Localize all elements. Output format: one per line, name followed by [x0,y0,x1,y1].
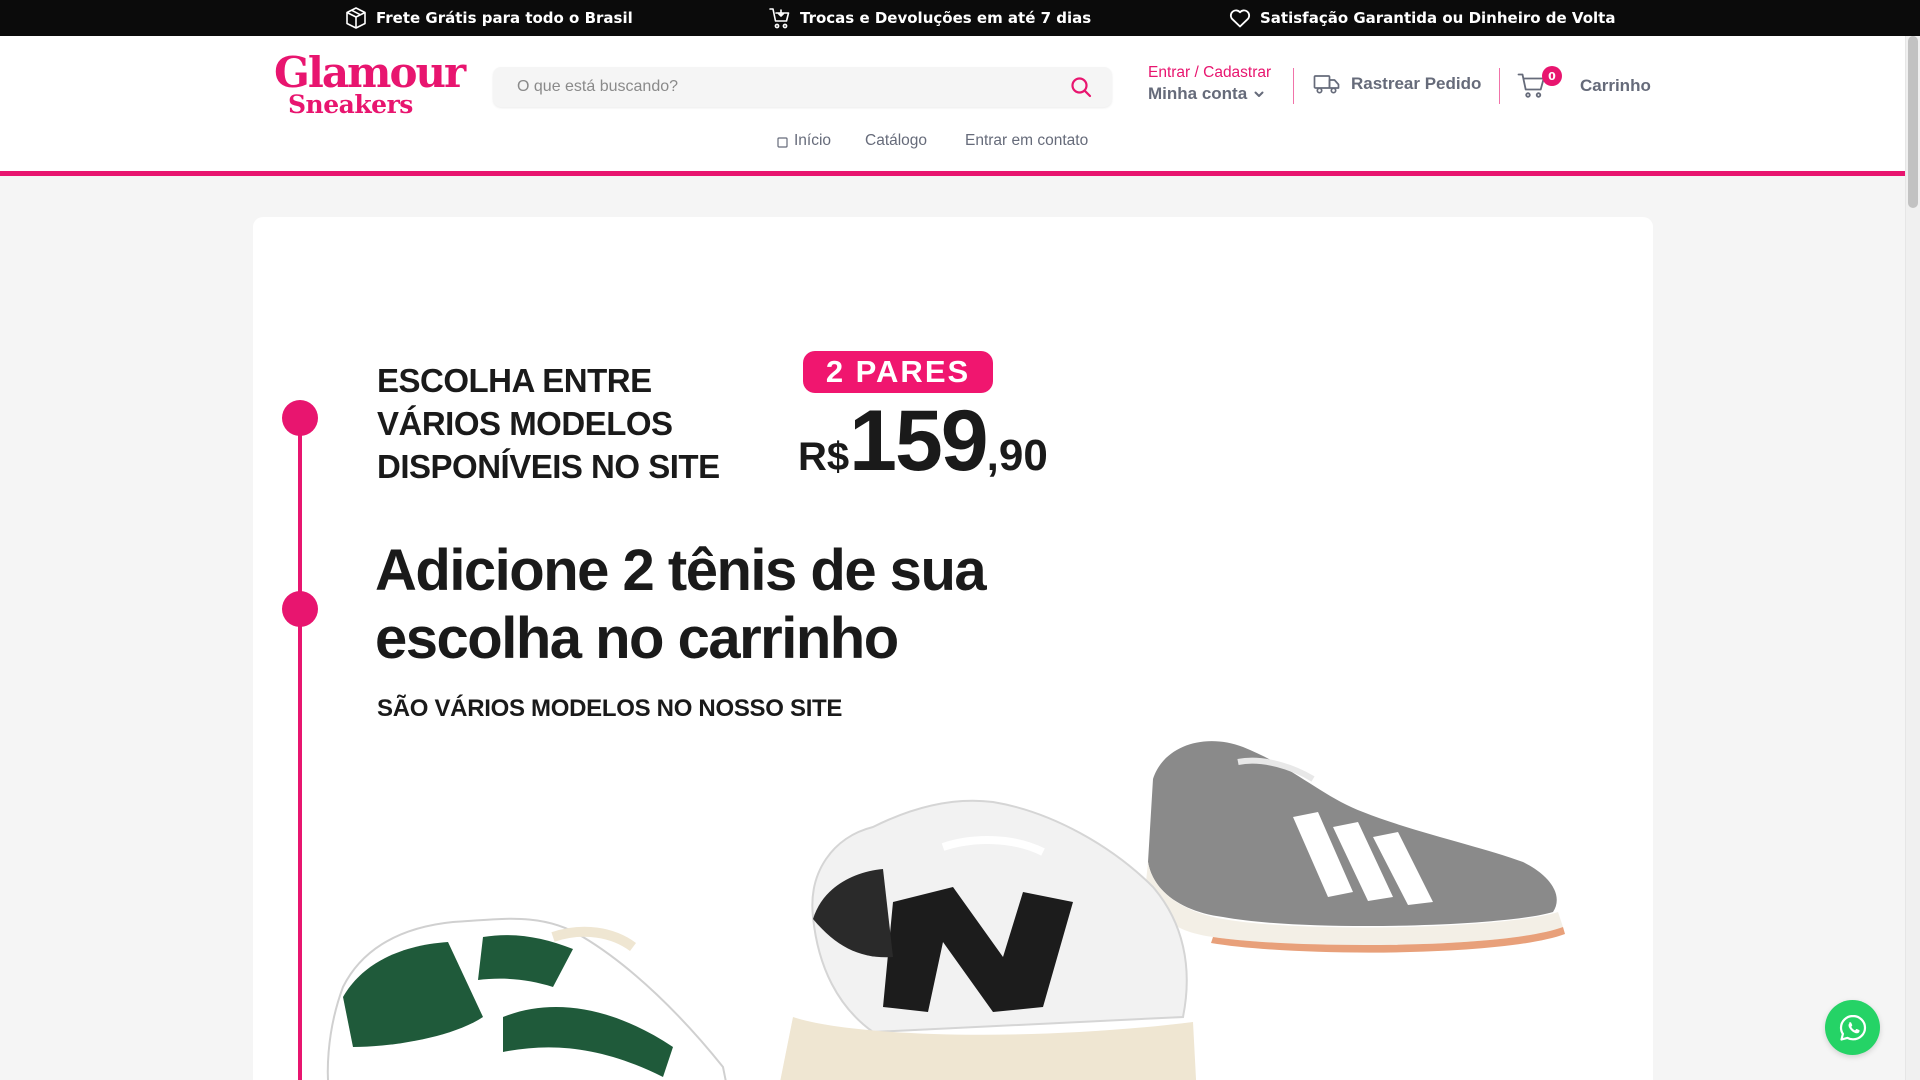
scrollbar-thumb[interactable] [1908,36,1918,208]
price-cents: ,90 [986,431,1048,480]
header-divider [1499,68,1500,104]
package-icon [346,7,366,29]
white-sneaker [780,799,1197,1080]
cart-button[interactable]: 0 Carrinho [1517,66,1657,106]
header-divider [1293,68,1294,104]
price-currency: R$ [798,435,850,479]
logo-line-2: Sneakers [288,90,413,119]
whatsapp-icon [1839,1014,1866,1041]
track-order-button[interactable]: Rastrear Pedido [1313,72,1481,96]
nav-item-contato[interactable]: Entrar em contato [965,132,1088,150]
logo-line-1: Glamour [274,48,466,97]
account-menu[interactable]: Entrar / Cadastrar Minha conta [1148,64,1288,104]
nav-label: Início [794,132,832,149]
banner-headline-2: escolha no carrinho [375,606,899,671]
cart-count-badge: 0 [1542,66,1562,86]
my-account-label: Minha conta [1148,84,1248,103]
banner-headline-1: Adicione 2 tênis de sua [375,538,987,603]
sneakers-image [326,741,1565,1080]
heart-icon [1229,9,1251,28]
truck-icon [1313,75,1340,94]
nav-label: Catálogo [865,132,928,149]
banner-line-1: ESCOLHA ENTRE [377,362,652,399]
nav-item-catalogo[interactable]: Catálogo [865,132,927,150]
announcement-text: Trocas e Devoluções em até 7 dias [800,9,1092,27]
chevron-down-icon [1254,91,1264,97]
announcement-free-shipping: Frete Grátis para todo o Brasil [344,0,633,36]
grey-sneaker [1146,741,1565,953]
announcement-guarantee: Satisfação Garantida ou Dinheiro de Volt… [1228,0,1615,36]
banner-line-2: VÁRIOS MODELOS [377,405,673,442]
search-bar [493,67,1112,107]
whatsapp-button[interactable] [1825,1000,1880,1055]
announcement-text: Frete Grátis para todo o Brasil [376,9,633,27]
page-scrollbar[interactable] [1905,36,1920,1080]
site-header: Glamour Sneakers Entrar / Cadastrar Minh… [0,36,1905,171]
cart-label: Carrinho [1580,76,1651,95]
announcement-text: Satisfação Garantida ou Dinheiro de Volt… [1260,9,1616,27]
header-accent-bar [0,171,1905,176]
main-nav: Início Catálogo Entrar em contato [0,132,1905,158]
nav-label: Entrar em contato [965,132,1089,149]
search-icon[interactable] [1069,75,1093,99]
announcement-returns: Trocas e Devoluções em até 7 dias [768,0,1091,36]
track-order-label: Rastrear Pedido [1351,74,1482,93]
home-icon [777,136,788,148]
promo-banner[interactable]: ESCOLHA ENTRE VÁRIOS MODELOS DISPONÍVEIS… [253,217,1653,1080]
logo[interactable]: Glamour Sneakers [274,52,466,120]
my-account-dropdown[interactable]: Minha conta [1148,84,1288,104]
timeline-dot [282,400,318,436]
nav-item-inicio[interactable]: Início [777,132,831,150]
price-integer: 159 [849,393,988,489]
promo-price: R$159,90 [798,392,1048,491]
cart-return-icon [769,8,790,29]
announcement-bar: Frete Grátis para todo o Brasil Trocas e… [0,0,1920,36]
search-input[interactable] [493,67,1053,107]
banner-line-3: DISPONÍVEIS NO SITE [377,448,720,485]
pairs-pill: 2 PARES [803,351,993,393]
timeline-dot [282,591,318,627]
login-register-link[interactable]: Entrar / Cadastrar [1148,64,1288,82]
green-sneaker [326,917,727,1080]
